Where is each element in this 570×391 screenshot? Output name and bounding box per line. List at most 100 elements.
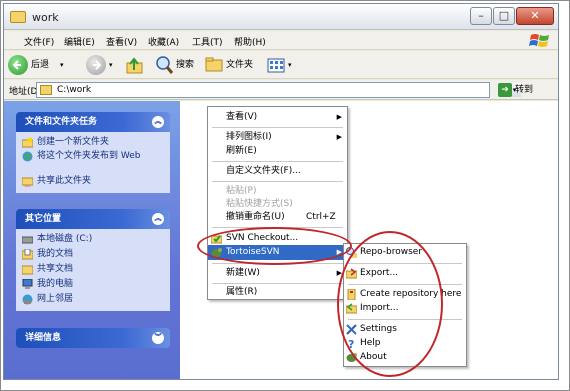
menu-item-about[interactable]: About	[344, 350, 466, 365]
submenu-arrow-icon: ▶	[336, 269, 342, 277]
collapse-chevron-icon[interactable]: ︽	[152, 116, 164, 128]
views-icon	[267, 58, 285, 73]
menu-item-repo-browser[interactable]: Repo-browser	[344, 245, 466, 260]
search-button[interactable]: 搜索	[154, 54, 198, 76]
menu-separator	[212, 283, 343, 284]
menu-item-export[interactable]: Export...	[344, 266, 466, 281]
back-label: 后退	[31, 60, 50, 70]
toolbar: 后退 ▾ ▾ 搜索 文件夹 ▾	[4, 51, 558, 79]
help-icon: ?	[346, 338, 357, 349]
menu-item-svn-checkout[interactable]: SVN Checkout...	[208, 231, 347, 246]
up-folder-icon	[126, 57, 143, 74]
menu-item-help[interactable]: ? Help	[344, 336, 466, 351]
submenu-arrow-icon: ▶	[336, 113, 342, 121]
menu-separator	[212, 127, 343, 128]
menu-item-tortoisesvn[interactable]: TortoiseSVN ▶	[208, 245, 347, 260]
tasks-panel-body: 创建一个新文件夹 将这个文件夹发布到 Web 共享此文件夹	[16, 132, 170, 193]
windows-logo-icon	[528, 32, 552, 49]
menu-item-import[interactable]: Import...	[344, 301, 466, 316]
screenshot-frame: work – □ ✕ 文件(F) 编辑(E) 查看(V) 收藏(A) 工具(T)…	[0, 0, 570, 391]
go-arrow-icon: ➜	[498, 82, 512, 97]
places-panel-body: 本地磁盘 (C:) 我的文档 共享文档 我的电脑 网上邻居	[16, 229, 170, 311]
folders-button[interactable]: 文件夹	[204, 54, 256, 76]
tasks-panel-title: 文件和文件夹任务	[25, 117, 98, 127]
repo-browser-icon	[346, 247, 357, 258]
address-value: C:\work	[57, 85, 92, 95]
about-icon	[346, 352, 357, 363]
menu-item-properties[interactable]: 属性(R)	[208, 285, 347, 300]
folder-icon	[10, 11, 26, 23]
svn-checkout-icon	[211, 233, 222, 244]
back-dropdown-icon[interactable]: ▾	[60, 54, 64, 76]
menu-item-new[interactable]: 新建(W) ▶	[208, 266, 347, 281]
publish-web-icon	[22, 151, 33, 162]
back-arrow-icon	[8, 55, 28, 75]
menu-separator	[212, 263, 343, 264]
menu-separator	[348, 284, 462, 285]
forward-arrow-icon	[86, 55, 106, 75]
menu-separator	[348, 319, 462, 320]
menu-bar: 文件(F) 编辑(E) 查看(V) 收藏(A) 工具(T) 帮助(H)	[4, 31, 558, 50]
search-icon	[156, 56, 174, 74]
folders-label: 文件夹	[226, 60, 254, 70]
title-bar[interactable]: work – □ ✕	[4, 4, 558, 30]
address-bar: 地址(D) C:\work ▾ ➜ 转到	[4, 80, 558, 100]
documents-icon	[22, 249, 33, 260]
menu-item-refresh[interactable]: 刷新(E)	[208, 144, 347, 159]
tasks-panel-header[interactable]: 文件和文件夹任务 ︽	[16, 112, 170, 132]
tortoisesvn-icon	[211, 247, 222, 258]
export-icon	[346, 268, 357, 279]
places-panel-title: 其它位置	[25, 214, 62, 224]
details-panel-header[interactable]: 详细信息 ︾	[16, 328, 170, 348]
folders-icon	[205, 57, 223, 72]
close-button[interactable]: ✕	[516, 7, 554, 25]
back-button[interactable]: 后退 ▾	[8, 54, 74, 76]
views-button[interactable]: ▾	[266, 54, 296, 76]
address-folder-icon	[40, 85, 52, 95]
menu-help[interactable]: 帮助(H)	[234, 35, 266, 48]
drive-icon	[22, 234, 33, 245]
menu-tools[interactable]: 工具(T)	[192, 35, 223, 48]
maximize-button[interactable]: □	[493, 7, 515, 25]
menu-item-undo-rename[interactable]: 撤销重命名(U) Ctrl+Z	[208, 210, 347, 225]
window-title: work	[32, 11, 59, 24]
svg-text:?: ?	[348, 338, 354, 349]
go-button[interactable]: ➜ 转到	[498, 82, 533, 98]
menu-item-settings[interactable]: Settings	[344, 322, 466, 337]
address-input[interactable]: C:\work ▾	[36, 82, 521, 98]
menu-favorites[interactable]: 收藏(A)	[148, 35, 179, 48]
expand-chevron-icon[interactable]: ︾	[152, 332, 164, 344]
forward-dropdown-icon[interactable]: ▾	[109, 54, 113, 76]
menu-item-customize-folder[interactable]: 自定义文件夹(F)...	[208, 164, 347, 179]
search-label: 搜索	[176, 60, 195, 70]
submenu-arrow-icon: ▶	[336, 248, 342, 256]
import-icon	[346, 303, 357, 314]
undo-shortcut: Ctrl+Z	[306, 212, 336, 222]
menu-file[interactable]: 文件(F)	[24, 35, 54, 48]
share-folder-icon	[22, 176, 33, 187]
menu-item-arrange-icons[interactable]: 排列图标(I) ▶	[208, 130, 347, 145]
places-panel-header[interactable]: 其它位置 ︽	[16, 209, 170, 229]
computer-icon	[22, 279, 33, 290]
menu-separator	[212, 161, 343, 162]
minimize-button[interactable]: –	[470, 7, 492, 25]
menu-item-view[interactable]: 查看(V) ▶	[208, 110, 347, 125]
tortoisesvn-submenu: Repo-browser Export... Create repository…	[343, 243, 467, 367]
shared-docs-icon	[22, 264, 33, 275]
context-menu: 查看(V) ▶ 排列图标(I) ▶ 刷新(E) 自定义文件夹(F)... 粘贴(P)…	[207, 106, 348, 300]
create-repository-icon	[346, 289, 357, 300]
network-icon	[22, 294, 33, 305]
task-pane: 文件和文件夹任务 ︽ 创建一个新文件夹 将这个文件夹发布到 Web 共享此文件夹…	[4, 101, 180, 379]
menu-item-create-repository[interactable]: Create repository here	[344, 287, 466, 302]
forward-button[interactable]: ▾	[86, 54, 122, 76]
menu-separator	[212, 227, 343, 228]
menu-view[interactable]: 查看(V)	[106, 35, 137, 48]
collapse-chevron-icon[interactable]: ︽	[152, 213, 164, 225]
menu-edit[interactable]: 编辑(E)	[64, 35, 95, 48]
views-dropdown-icon[interactable]: ▾	[288, 54, 292, 76]
up-folder-button[interactable]	[126, 54, 144, 76]
details-panel-title: 详细信息	[25, 333, 62, 343]
submenu-arrow-icon: ▶	[336, 133, 342, 141]
menu-separator	[212, 181, 343, 182]
menu-separator	[348, 263, 462, 264]
